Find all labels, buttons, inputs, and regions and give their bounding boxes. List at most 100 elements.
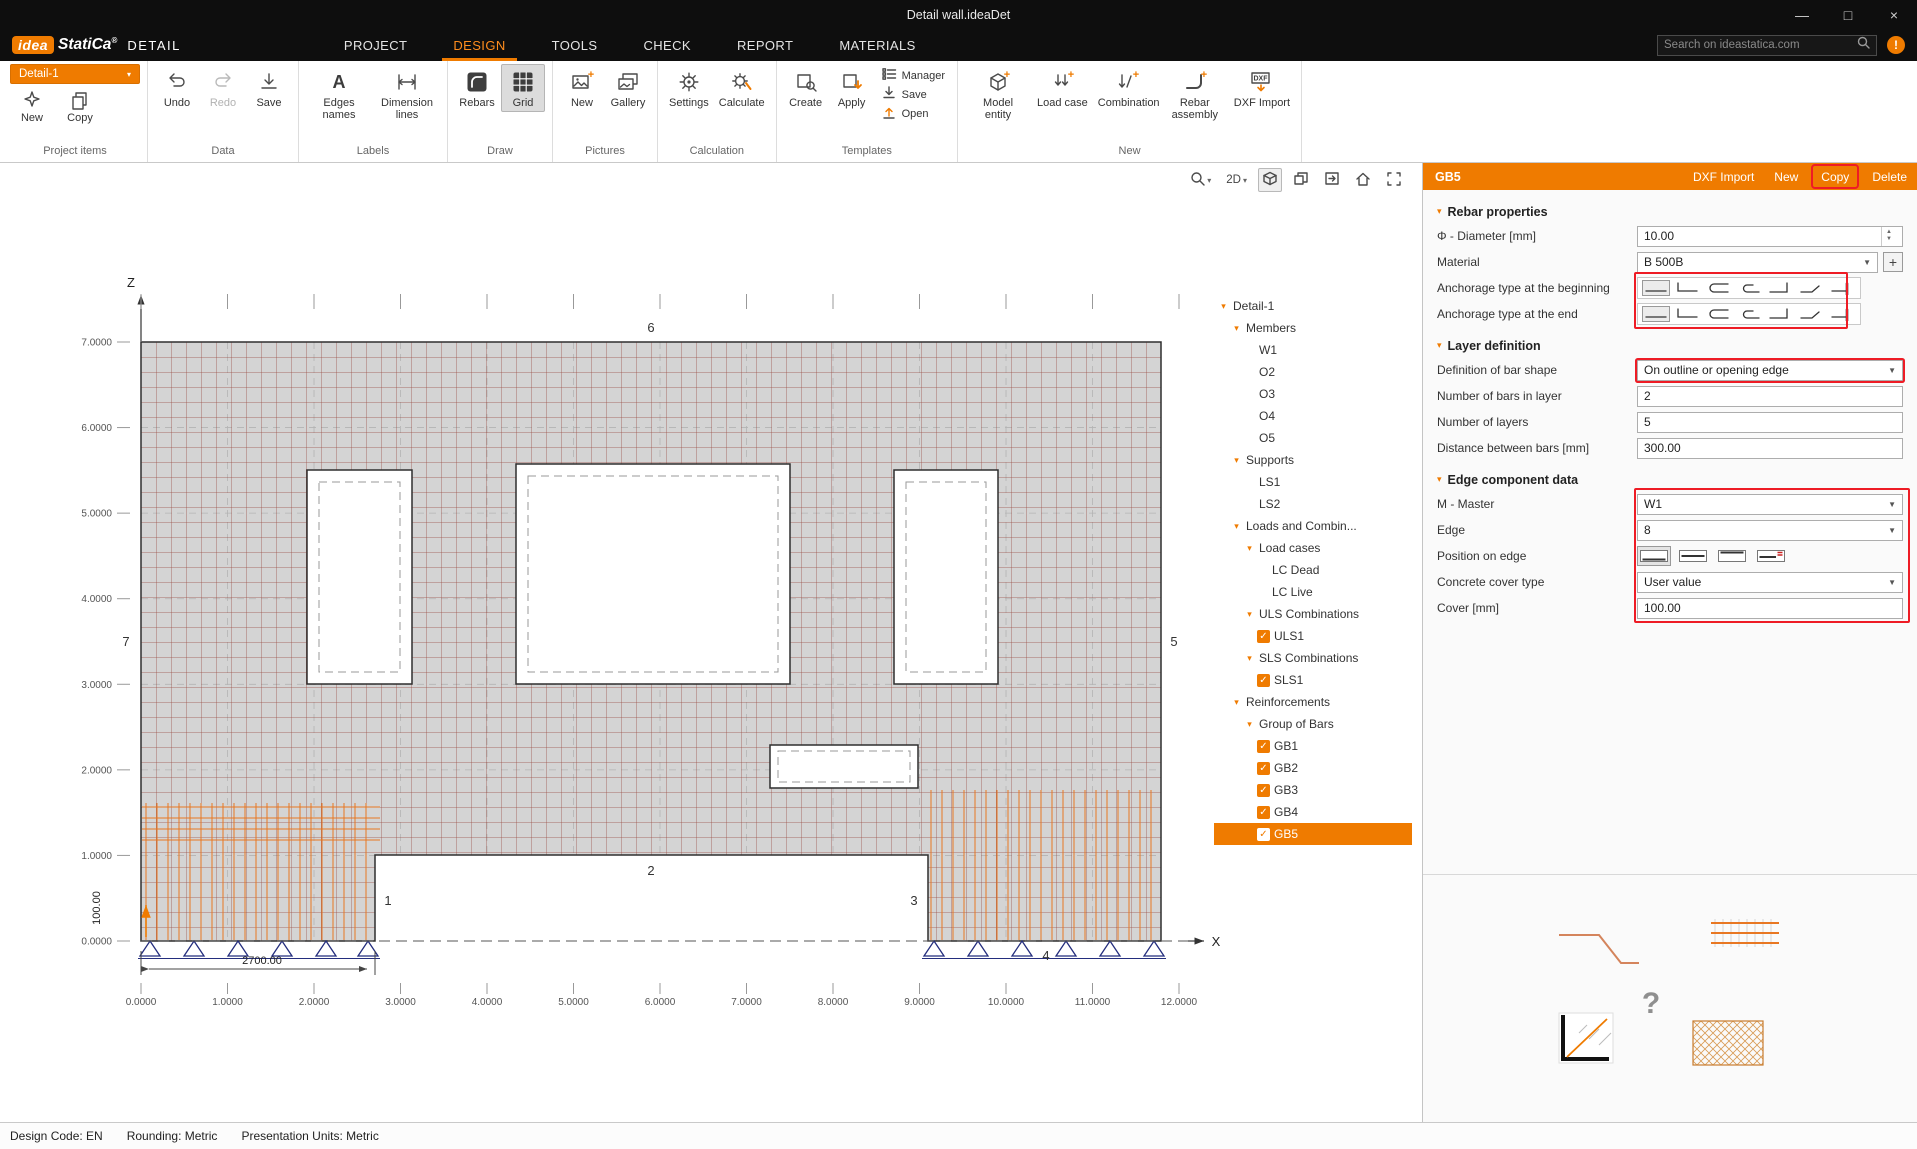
tree-item-loads-and-combin[interactable]: ▾ Loads and Combin... bbox=[1214, 515, 1412, 537]
material-select[interactable]: B 500B ▼ bbox=[1637, 251, 1878, 273]
anchorage-type-icon-5[interactable] bbox=[1766, 306, 1794, 322]
ribbon-button-undo[interactable]: Undo bbox=[155, 64, 199, 112]
canvas-area[interactable]: Z X 7.0000 6.0000 5.0000 4.0000 3.0000 2.0000… bbox=[0, 163, 1422, 1122]
tree-item-reinforcements[interactable]: ▾ Reinforcements bbox=[1214, 691, 1412, 713]
visibility-checkbox[interactable]: ✓ bbox=[1257, 761, 1270, 775]
visibility-checkbox[interactable]: ✓ bbox=[1257, 739, 1270, 753]
ribbon-button-create[interactable]: Create bbox=[784, 64, 828, 112]
tree-item-o5[interactable]: O5 bbox=[1214, 427, 1412, 449]
section-header-rebar-properties[interactable]: ▾ Rebar properties bbox=[1437, 200, 1903, 223]
tree-item-lc-live[interactable]: LC Live bbox=[1214, 581, 1412, 603]
help-badge[interactable]: ! bbox=[1887, 36, 1905, 54]
search-box[interactable] bbox=[1657, 34, 1877, 56]
menu-item-tools[interactable]: TOOLS bbox=[529, 29, 621, 61]
anchorage-type-icon-7[interactable] bbox=[1828, 280, 1856, 296]
section-header-layer-definition[interactable]: ▾ Layer definition bbox=[1437, 334, 1903, 357]
visibility-checkbox[interactable]: ✓ bbox=[1257, 805, 1270, 819]
axonometry-button[interactable] bbox=[1258, 168, 1282, 192]
panel-button-delete[interactable]: Delete bbox=[1862, 163, 1917, 190]
tree-item-uls1[interactable]: ✓ ULS1 bbox=[1214, 625, 1412, 647]
panel-button-dxf-import[interactable]: DXF Import bbox=[1683, 163, 1764, 190]
ribbon-button-copy[interactable]: Copy bbox=[58, 87, 102, 127]
home-view-button[interactable] bbox=[1351, 168, 1375, 192]
project-item-selector[interactable]: Detail-1 ▾ bbox=[10, 64, 140, 84]
ribbon-button-apply[interactable]: Apply bbox=[830, 64, 874, 112]
add-material-button[interactable]: + bbox=[1883, 252, 1903, 272]
ribbon-button-edges-names[interactable]: A Edges names bbox=[306, 64, 372, 125]
ribbon-button-save[interactable]: Save bbox=[247, 64, 291, 112]
visibility-checkbox[interactable]: ✓ bbox=[1257, 673, 1270, 687]
anchorage-type-icon-2[interactable] bbox=[1673, 306, 1701, 322]
section-header-edge-component-data[interactable]: ▾ Edge component data bbox=[1437, 468, 1903, 491]
anchorage-type-icon-1[interactable] bbox=[1642, 306, 1670, 322]
ribbon-button-dimension-lines[interactable]: Dimension lines bbox=[374, 64, 440, 125]
menu-item-project[interactable]: PROJECT bbox=[321, 29, 430, 61]
tree-item-load-cases[interactable]: ▾ Load cases bbox=[1214, 537, 1412, 559]
visibility-checkbox[interactable]: ✓ bbox=[1257, 827, 1270, 841]
menu-item-design[interactable]: DESIGN bbox=[430, 29, 528, 61]
anchorage-type-icon-4[interactable] bbox=[1735, 280, 1763, 296]
minimize-button[interactable]: — bbox=[1779, 0, 1825, 29]
number-of-bars-in-layer-input[interactable]: 2 bbox=[1637, 385, 1903, 407]
maximize-button[interactable]: □ bbox=[1825, 0, 1871, 29]
visibility-checkbox[interactable]: ✓ bbox=[1257, 783, 1270, 797]
tree-item-gb2[interactable]: ✓ GB2 bbox=[1214, 757, 1412, 779]
anchorage-type-icon-3[interactable] bbox=[1704, 306, 1732, 322]
clipping-button[interactable] bbox=[1320, 168, 1344, 192]
tree-expander-icon[interactable]: ▾ bbox=[1244, 719, 1255, 730]
tree-item-sls1[interactable]: ✓ SLS1 bbox=[1214, 669, 1412, 691]
ribbon-button-manager[interactable]: Manager bbox=[878, 67, 948, 84]
anchorage-type-icon-6[interactable] bbox=[1797, 306, 1825, 322]
ribbon-button-rebar-assembly[interactable]: + Rebar assembly bbox=[1162, 64, 1228, 125]
anchorage-type-icon-5[interactable] bbox=[1766, 280, 1794, 296]
ribbon-button-gallery[interactable]: Gallery bbox=[606, 64, 650, 112]
tree-expander-icon[interactable]: ▾ bbox=[1244, 543, 1255, 554]
anchorage-type-icon-6[interactable] bbox=[1797, 280, 1825, 296]
tree-item-uls-combinations[interactable]: ▾ ULS Combinations bbox=[1214, 603, 1412, 625]
search-input[interactable] bbox=[1664, 39, 1857, 51]
panel-button-copy[interactable]: Copy bbox=[1811, 164, 1860, 189]
ribbon-button-grid[interactable]: Grid bbox=[501, 64, 545, 113]
ribbon-button-new[interactable]: + New bbox=[560, 64, 604, 112]
view-mode-button[interactable]: 2D ▾ bbox=[1222, 171, 1251, 189]
tree-expander-icon[interactable]: ▾ bbox=[1244, 653, 1255, 664]
tree-item-lc-dead[interactable]: LC Dead bbox=[1214, 559, 1412, 581]
definition-of-bar-shape-select[interactable]: On outline or opening edge ▼ bbox=[1637, 359, 1903, 381]
ribbon-button-settings[interactable]: Settings bbox=[665, 64, 713, 112]
position-on-edge-icon-1[interactable] bbox=[1637, 546, 1671, 566]
ribbon-button-calculate[interactable]: Calculate bbox=[715, 64, 769, 112]
tree-expander-icon[interactable]: ▾ bbox=[1218, 301, 1229, 312]
position-on-edge-icon-4[interactable] bbox=[1754, 546, 1788, 566]
tree-expander-icon[interactable]: ▾ bbox=[1231, 697, 1242, 708]
tree-item-gb3[interactable]: ✓ GB3 bbox=[1214, 779, 1412, 801]
position-on-edge-icon-3[interactable] bbox=[1715, 546, 1749, 566]
tree-item-gb1[interactable]: ✓ GB1 bbox=[1214, 735, 1412, 757]
ribbon-button-redo[interactable]: Redo bbox=[201, 64, 245, 112]
tree-item-o3[interactable]: O3 bbox=[1214, 383, 1412, 405]
menu-item-check[interactable]: CHECK bbox=[620, 29, 714, 61]
ribbon-button-dxf-import[interactable]: DXF DXF Import bbox=[1230, 64, 1294, 112]
menu-item-report[interactable]: REPORT bbox=[714, 29, 816, 61]
ribbon-button-model-entity[interactable]: + Model entity bbox=[965, 64, 1031, 125]
tree-item-ls1[interactable]: LS1 bbox=[1214, 471, 1412, 493]
ribbon-button-new[interactable]: New bbox=[10, 87, 54, 127]
tree-item-ls2[interactable]: LS2 bbox=[1214, 493, 1412, 515]
cover-mm-input[interactable]: 100.00 bbox=[1637, 597, 1903, 619]
ribbon-button-rebars[interactable]: Rebars bbox=[455, 64, 499, 112]
ribbon-button-combination[interactable]: + Combination bbox=[1094, 64, 1160, 112]
tree-item-gb5[interactable]: ✓ GB5 bbox=[1214, 823, 1412, 845]
tree-item-gb4[interactable]: ✓ GB4 bbox=[1214, 801, 1412, 823]
detail-drawing[interactable]: Z X 7.0000 6.0000 5.0000 4.0000 3.0000 2.0000… bbox=[0, 163, 1422, 1122]
tree-item-o2[interactable]: O2 bbox=[1214, 361, 1412, 383]
tree-expander-icon[interactable]: ▾ bbox=[1231, 521, 1242, 532]
diameter-mm-spinner[interactable]: 10.00 ▲ ▼ bbox=[1637, 225, 1903, 247]
fit-view-button[interactable] bbox=[1382, 168, 1406, 192]
tree-item-supports[interactable]: ▾ Supports bbox=[1214, 449, 1412, 471]
m-master-select[interactable]: W1 ▼ bbox=[1637, 493, 1903, 515]
menu-item-materials[interactable]: MATERIALS bbox=[816, 29, 938, 61]
anchorage-type-icon-7[interactable] bbox=[1828, 306, 1856, 322]
distance-between-bars-mm-input[interactable]: 300.00 bbox=[1637, 437, 1903, 459]
tree-expander-icon[interactable]: ▾ bbox=[1244, 609, 1255, 620]
tree-expander-icon[interactable]: ▾ bbox=[1231, 455, 1242, 466]
visibility-checkbox[interactable]: ✓ bbox=[1257, 629, 1270, 643]
